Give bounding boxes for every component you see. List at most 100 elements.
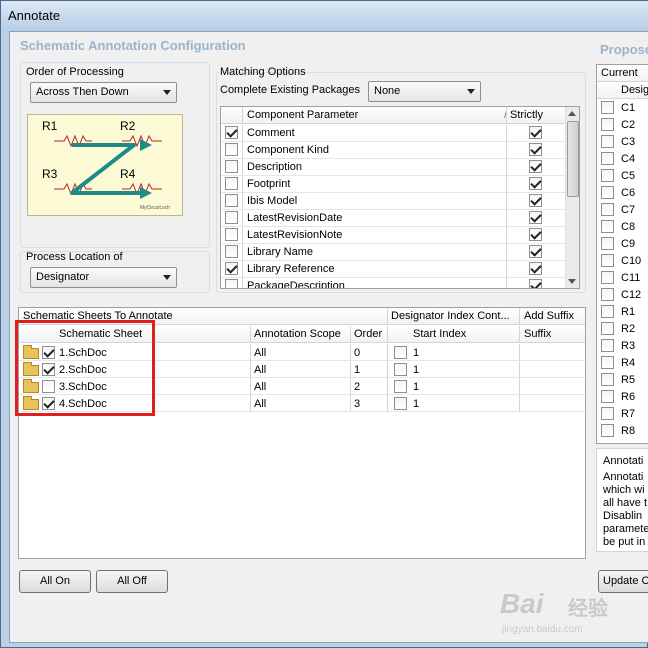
complete-existing-select[interactable]: None <box>368 81 481 102</box>
matching-row-checkbox[interactable] <box>225 194 238 207</box>
matching-row-strict-checkbox[interactable] <box>529 279 542 288</box>
proposed-row-checkbox[interactable] <box>601 135 614 148</box>
matching-row-strict-checkbox[interactable] <box>529 143 542 156</box>
matching-row-checkbox[interactable] <box>225 211 238 224</box>
proposed-row-checkbox[interactable] <box>601 339 614 352</box>
all-off-button[interactable]: All Off <box>96 570 168 593</box>
matching-row[interactable]: Ibis Model <box>221 193 565 210</box>
matching-row[interactable]: Comment <box>221 125 565 142</box>
all-on-button[interactable]: All On <box>19 570 91 593</box>
matching-row-checkbox[interactable] <box>225 228 238 241</box>
matching-row-strict-checkbox[interactable] <box>529 245 542 258</box>
col-annotation-scope[interactable]: Annotation Scope <box>254 328 341 340</box>
matching-row[interactable]: Footprint <box>221 176 565 193</box>
matching-row-strict-checkbox[interactable] <box>529 160 542 173</box>
proposed-row-checkbox[interactable] <box>601 254 614 267</box>
start-index-checkbox[interactable] <box>394 346 407 359</box>
matching-row-checkbox[interactable] <box>225 279 238 288</box>
proposed-row[interactable]: C6 <box>597 185 648 202</box>
scroll-down-icon[interactable] <box>568 279 576 284</box>
proposed-row[interactable]: R4 <box>597 355 648 372</box>
update-button[interactable]: Update C <box>598 570 648 593</box>
proposed-row-checkbox[interactable] <box>601 373 614 386</box>
proposed-row[interactable]: C12 <box>597 287 648 304</box>
sheet-start-index[interactable]: 1 <box>413 398 419 410</box>
process-location-select[interactable]: Designator <box>30 267 177 288</box>
proposed-row[interactable]: R8 <box>597 423 648 440</box>
proposed-row[interactable]: R1 <box>597 304 648 321</box>
proposed-row-checkbox[interactable] <box>601 288 614 301</box>
proposed-row[interactable]: R3 <box>597 338 648 355</box>
matching-row-checkbox[interactable] <box>225 160 238 173</box>
matching-row[interactable]: LatestRevisionDate <box>221 210 565 227</box>
matching-row-checkbox[interactable] <box>225 143 238 156</box>
proposed-row-checkbox[interactable] <box>601 356 614 369</box>
sheet-scope[interactable]: All <box>254 381 266 393</box>
proposed-row[interactable]: C3 <box>597 134 648 151</box>
matching-row[interactable]: LatestRevisionNote <box>221 227 565 244</box>
proposed-row-checkbox[interactable] <box>601 322 614 335</box>
sheet-order[interactable]: 1 <box>354 364 360 376</box>
matching-scrollbar[interactable] <box>565 107 579 288</box>
start-index-checkbox[interactable] <box>394 363 407 376</box>
col-suffix[interactable]: Suffix <box>524 328 551 340</box>
proposed-row-checkbox[interactable] <box>601 101 614 114</box>
proposed-row-checkbox[interactable] <box>601 407 614 420</box>
sheet-start-index[interactable]: 1 <box>413 381 419 393</box>
proposed-row[interactable]: R5 <box>597 372 648 389</box>
proposed-row-checkbox[interactable] <box>601 118 614 131</box>
scroll-up-icon[interactable] <box>568 111 576 116</box>
col-component-parameter[interactable]: Component Parameter <box>247 109 358 121</box>
proposed-row-checkbox[interactable] <box>601 305 614 318</box>
matching-row-checkbox[interactable] <box>225 177 238 190</box>
proposed-row[interactable]: C1 <box>597 100 648 117</box>
proposed-row-checkbox[interactable] <box>601 203 614 216</box>
matching-row-strict-checkbox[interactable] <box>529 194 542 207</box>
proposed-row[interactable]: C2 <box>597 117 648 134</box>
order-select[interactable]: Across Then Down <box>30 82 177 103</box>
proposed-row[interactable]: R7 <box>597 406 648 423</box>
proposed-row[interactable]: C5 <box>597 168 648 185</box>
proposed-row-checkbox[interactable] <box>601 169 614 182</box>
proposed-row[interactable]: C7 <box>597 202 648 219</box>
matching-row[interactable]: Description <box>221 159 565 176</box>
matching-row[interactable]: Library Reference <box>221 261 565 278</box>
matching-row-strict-checkbox[interactable] <box>529 126 542 139</box>
sheet-order[interactable]: 0 <box>354 347 360 359</box>
proposed-row-checkbox[interactable] <box>601 186 614 199</box>
proposed-row[interactable]: C9 <box>597 236 648 253</box>
matching-row-strict-checkbox[interactable] <box>529 228 542 241</box>
start-index-checkbox[interactable] <box>394 380 407 393</box>
proposed-row-checkbox[interactable] <box>601 237 614 250</box>
sheet-scope[interactable]: All <box>254 364 266 376</box>
matching-row-checkbox[interactable] <box>225 262 238 275</box>
col-start-index[interactable]: Start Index <box>413 328 466 340</box>
sheet-scope[interactable]: All <box>254 398 266 410</box>
sheet-start-index[interactable]: 1 <box>413 364 419 376</box>
proposed-row-checkbox[interactable] <box>601 390 614 403</box>
sheet-order[interactable]: 2 <box>354 381 360 393</box>
proposed-row[interactable]: R2 <box>597 321 648 338</box>
matching-list[interactable]: Component Parameter / Strictly CommentCo… <box>220 106 580 289</box>
matching-row-checkbox[interactable] <box>225 245 238 258</box>
col-order[interactable]: Order <box>354 328 382 340</box>
proposed-row-checkbox[interactable] <box>601 424 614 437</box>
scroll-thumb[interactable] <box>567 121 579 197</box>
matching-row[interactable]: PackageDescription <box>221 278 565 288</box>
matching-row-strict-checkbox[interactable] <box>529 211 542 224</box>
proposed-row-checkbox[interactable] <box>601 220 614 233</box>
col-strictly[interactable]: Strictly <box>510 109 543 121</box>
proposed-row[interactable]: C10 <box>597 253 648 270</box>
matching-row-strict-checkbox[interactable] <box>529 177 542 190</box>
matching-row[interactable]: Component Kind <box>221 142 565 159</box>
proposed-row[interactable]: R6 <box>597 389 648 406</box>
sheet-order[interactable]: 3 <box>354 398 360 410</box>
sheet-start-index[interactable]: 1 <box>413 347 419 359</box>
start-index-checkbox[interactable] <box>394 397 407 410</box>
proposed-row-checkbox[interactable] <box>601 271 614 284</box>
proposed-row[interactable]: C4 <box>597 151 648 168</box>
matching-row-strict-checkbox[interactable] <box>529 262 542 275</box>
proposed-row-checkbox[interactable] <box>601 152 614 165</box>
proposed-row[interactable]: C11 <box>597 270 648 287</box>
matching-row-checkbox[interactable] <box>225 126 238 139</box>
